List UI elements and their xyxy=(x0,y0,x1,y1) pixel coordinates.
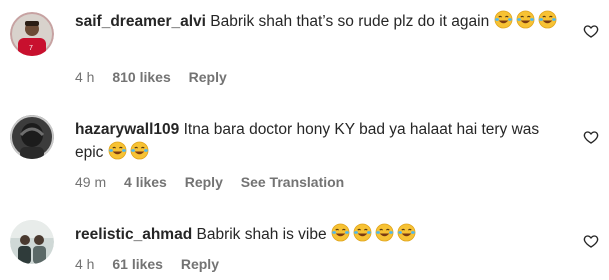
comment-item: 7 saif_dreamer_alvi Babrik shah that’s s… xyxy=(0,0,609,95)
comment-time: 4 h xyxy=(75,69,95,85)
face-with-tears-of-joy-icon xyxy=(130,141,149,160)
reply-button[interactable]: Reply xyxy=(185,174,223,190)
see-translation-button[interactable]: See Translation xyxy=(241,174,344,190)
comment-username[interactable]: saif_dreamer_alvi xyxy=(75,13,206,30)
face-with-tears-of-joy-icon xyxy=(397,223,416,242)
face-with-tears-of-joy-icon xyxy=(538,10,557,29)
likes-count[interactable]: 810 likes xyxy=(112,69,170,85)
likes-count[interactable]: 4 likes xyxy=(124,174,167,190)
heart-outline-icon[interactable] xyxy=(583,23,599,39)
avatar[interactable]: 7 xyxy=(10,12,54,56)
svg-text:7: 7 xyxy=(29,45,33,52)
heart-outline-icon[interactable] xyxy=(583,129,599,145)
face-with-tears-of-joy-icon xyxy=(494,10,513,29)
emoji-group xyxy=(494,10,560,30)
face-with-tears-of-joy-icon xyxy=(516,10,535,29)
avatar-red-jersey-icon: 7 xyxy=(10,12,54,56)
face-with-tears-of-joy-icon xyxy=(375,223,394,242)
likes-count[interactable]: 61 likes xyxy=(112,256,163,272)
comment-username[interactable]: reelistic_ahmad xyxy=(75,226,192,243)
avatar-dark-helmet-icon xyxy=(10,115,54,159)
comment-text: Babrik shah is vibe xyxy=(196,226,327,243)
avatar[interactable] xyxy=(10,220,54,264)
comment-item: reelistic_ahmad Babrik shah is vibe 4 h … xyxy=(0,205,609,280)
comment-time: 4 h xyxy=(75,256,95,272)
comment-text: Babrik shah that’s so rude plz do it aga… xyxy=(210,13,490,30)
emoji-group xyxy=(331,223,419,243)
reply-button[interactable]: Reply xyxy=(189,69,227,85)
avatar[interactable] xyxy=(10,115,54,159)
heart-outline-icon[interactable] xyxy=(583,233,599,249)
comment-time: 49 m xyxy=(75,174,107,190)
face-with-tears-of-joy-icon xyxy=(331,223,350,242)
reply-button[interactable]: Reply xyxy=(181,256,219,272)
comment-username[interactable]: hazarywall109 xyxy=(75,121,179,138)
avatar-two-people-icon xyxy=(10,220,54,264)
face-with-tears-of-joy-icon xyxy=(108,141,127,160)
comment-item: hazarywall109 Itna bara doctor hony KY b… xyxy=(0,100,609,200)
face-with-tears-of-joy-icon xyxy=(353,223,372,242)
emoji-group xyxy=(108,141,152,161)
